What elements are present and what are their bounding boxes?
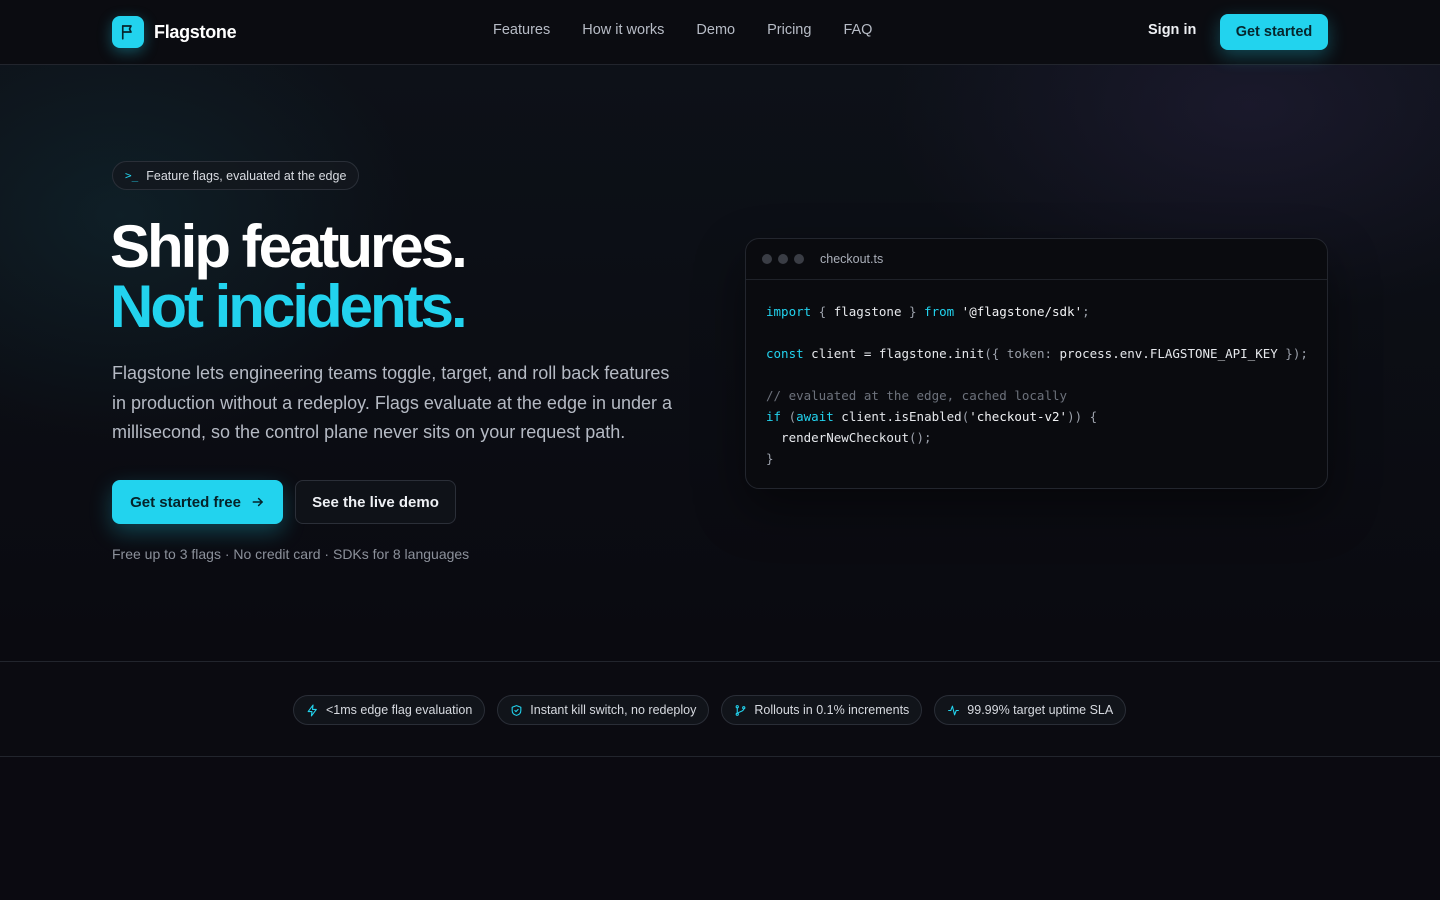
code-token: import (766, 304, 812, 319)
code-token: { (811, 304, 834, 319)
code-token: ; (1082, 304, 1090, 319)
feature-chip-rollouts: Rollouts in 0.1% increments (721, 695, 923, 725)
arrow-right-icon (252, 497, 263, 507)
get-started-free-button[interactable]: Get started free (112, 480, 283, 524)
code-token: client = flagstone.init (803, 346, 985, 361)
code-filename: checkout.ts (820, 252, 884, 266)
feature-chip-kill-switch: Instant kill switch, no redeploy (497, 695, 710, 725)
headline-line-1: Ship features. (110, 213, 468, 280)
code-sample-card: checkout.ts import { flagstone } from '@… (745, 238, 1328, 489)
feature-chip-label: 99.99% target uptime SLA (967, 703, 1114, 717)
code-token: token: (1006, 346, 1052, 361)
nav-link-faq[interactable]: FAQ (843, 22, 872, 38)
page-bottom (0, 757, 1440, 900)
code-line-const: const client = flagstone.init({ token: p… (766, 343, 1327, 364)
feature-chip-latency: <1ms edge flag evaluation (293, 695, 486, 725)
code-token: ( (781, 409, 797, 424)
brand-name: Flagstone (154, 21, 237, 42)
code-token: ({ (984, 346, 1007, 361)
hero-badge: >_ Feature flags, evaluated at the edge (112, 161, 360, 190)
code-window-header: checkout.ts (746, 239, 1327, 280)
live-demo-button[interactable]: See the live demo (295, 480, 456, 524)
hero-section: >_ Feature flags, evaluated at the edge … (0, 65, 1440, 662)
nav-link-features[interactable]: Features (493, 22, 550, 38)
flag-icon (112, 16, 144, 48)
get-started-button[interactable]: Get started (1220, 14, 1328, 50)
code-line-import: import { flagstone } from '@flagstone/sd… (766, 301, 1327, 322)
code-line-render: renderNewCheckout(); (766, 427, 1327, 448)
code-line-if: if (await client.isEnabled('checkout-v2'… (766, 406, 1327, 427)
activity-icon (948, 705, 960, 715)
code-token: client.isEnabled (833, 409, 962, 424)
code-token: if (766, 409, 782, 424)
shield-check-icon (511, 704, 522, 716)
terminal-icon: >_ (125, 169, 139, 182)
code-token: flagstone (833, 304, 902, 319)
headline-line-2: Not incidents. (110, 273, 468, 340)
nav-links: Features How it works Demo Pricing FAQ (493, 22, 872, 38)
feature-chip-uptime: 99.99% target uptime SLA (934, 695, 1127, 725)
feature-strip: <1ms edge flag evaluation Instant kill s… (0, 661, 1440, 757)
brand-logo[interactable]: Flagstone (112, 16, 237, 48)
window-dot-icon (778, 254, 788, 264)
hero-badge-label: Feature flags, evaluated at the edge (146, 168, 347, 183)
git-branch-icon (735, 704, 746, 716)
hero-fineprint: Free up to 3 flags · No credit card · SD… (112, 546, 470, 562)
code-token: } (901, 304, 925, 319)
code-token: '@flagstone/sdk' (954, 304, 1083, 319)
code-token: const (766, 346, 804, 361)
nav-link-pricing[interactable]: Pricing (767, 22, 811, 38)
window-dot-icon (762, 254, 772, 264)
code-token: )) { (1067, 409, 1098, 424)
feature-chip-label: Rollouts in 0.1% increments (754, 703, 910, 717)
feature-chips: <1ms edge flag evaluation Instant kill s… (293, 695, 1127, 725)
code-token: 'checkout-v2' (969, 409, 1068, 424)
window-dot-icon (794, 254, 804, 264)
hero-headline: Ship features. Not incidents. (110, 213, 468, 340)
get-started-free-label: Get started free (130, 493, 241, 511)
code-token: }); (1277, 346, 1308, 361)
code-token: (); (909, 430, 932, 445)
nav-link-demo[interactable]: Demo (696, 22, 735, 38)
sign-in-link[interactable]: Sign in (1148, 22, 1196, 38)
code-token: process.env.FLAGSTONE_API_KEY (1052, 346, 1278, 361)
feature-chip-label: <1ms edge flag evaluation (326, 703, 473, 717)
nav-link-how-it-works[interactable]: How it works (582, 22, 664, 38)
code-token: await (796, 409, 834, 424)
bolt-icon (307, 704, 317, 716)
hero-description: Flagstone lets engineering teams toggle,… (112, 363, 673, 442)
code-line-comment: // evaluated at the edge, cached locally (766, 388, 1068, 403)
code-token: renderNewCheckout (766, 430, 909, 445)
code-block: import { flagstone } from '@flagstone/sd… (746, 280, 1327, 469)
code-token: from (924, 304, 955, 319)
code-line-close: } (766, 451, 774, 466)
feature-chip-label: Instant kill switch, no redeploy (530, 703, 697, 717)
top-nav: Flagstone Features How it works Demo Pri… (0, 0, 1440, 65)
